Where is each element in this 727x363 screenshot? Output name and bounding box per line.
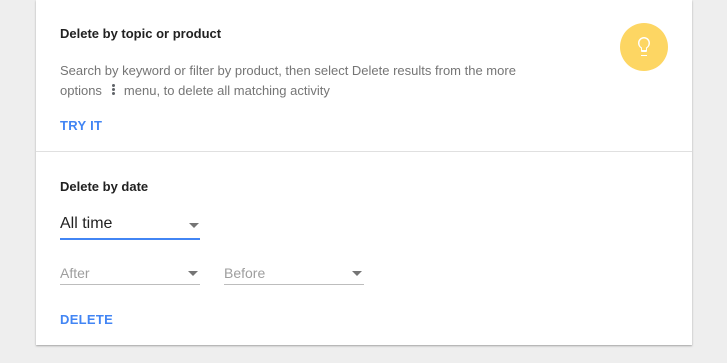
description-line-1: Search by keyword or filter by product, … (60, 63, 516, 78)
topic-section-title: Delete by topic or product (60, 26, 222, 41)
more-vert-icon (111, 83, 115, 96)
dropdown-arrow-icon (188, 271, 198, 276)
after-placeholder: After (60, 265, 90, 281)
before-placeholder: Before (224, 265, 266, 281)
delete-button[interactable]: DELETE (60, 312, 113, 327)
description-line-2: menu, to delete all matching activity (123, 83, 330, 98)
date-range-value: All time (60, 215, 113, 232)
try-it-button[interactable]: TRY IT (60, 118, 102, 133)
delete-activity-card: Delete by topic or product Search by key… (36, 0, 692, 345)
before-date-select[interactable]: Before (224, 261, 364, 285)
date-range-select[interactable]: All time (60, 213, 200, 240)
delete-by-topic-section: Delete by topic or product Search by key… (36, 0, 692, 152)
dropdown-arrow-icon (352, 271, 362, 276)
description-options-text: options (60, 83, 102, 98)
date-section-title: Delete by date (60, 179, 149, 194)
topic-section-description: Search by keyword or filter by product, … (60, 61, 580, 101)
after-date-select[interactable]: After (60, 261, 200, 285)
lightbulb-icon (620, 23, 668, 71)
dropdown-arrow-icon (189, 223, 199, 228)
